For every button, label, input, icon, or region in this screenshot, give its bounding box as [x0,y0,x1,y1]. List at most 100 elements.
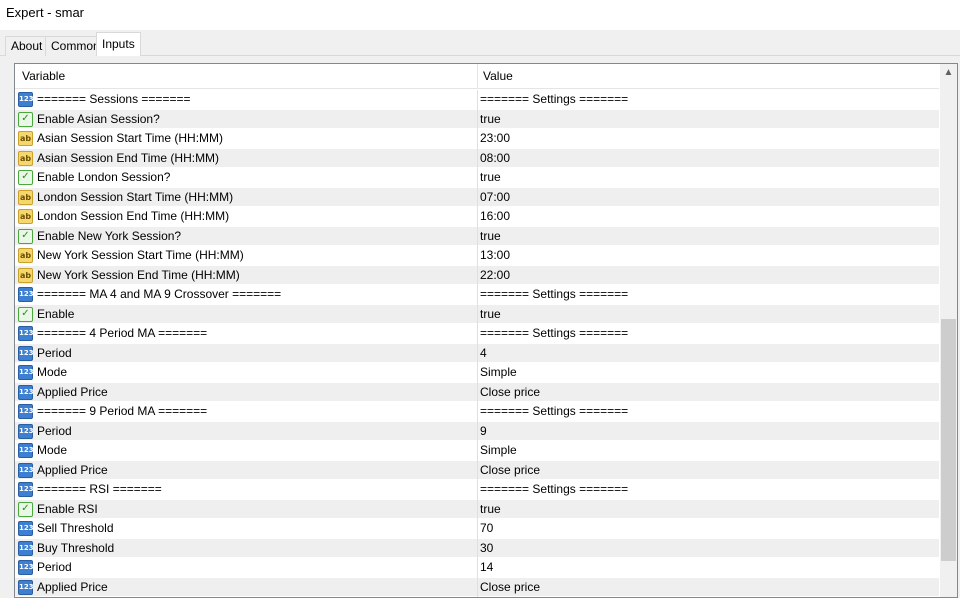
variable-name: Asian Session End Time (HH:MM) [37,150,220,165]
variable-name: Period [37,560,72,574]
variable-value[interactable]: Simple [480,441,935,460]
string-icon: ab [18,267,33,283]
tab-inputs[interactable]: Inputs [96,32,141,57]
table-row[interactable]: ✓ Enable London Session? true [15,168,939,188]
column-header-variable[interactable]: Variable [15,64,478,88]
variable-value[interactable]: Close price [480,461,935,480]
string-icon: ab [18,209,33,224]
variable-value[interactable]: 9 [480,422,935,441]
tab-about[interactable]: About [5,36,49,56]
variable-value[interactable]: 70 [480,519,935,538]
table-row[interactable]: 123 Period 9 [15,421,939,441]
table-row[interactable]: 123 ======= Sessions ======= ======= Setti… [15,90,939,110]
variable-name: ======= 4 Period MA ======= [37,326,208,340]
variable-name: ======= MA 4 and MA 9 Crossover ======= [37,287,282,301]
column-divider [477,538,478,558]
inputs-panel: Variable Value 123 ======= Sessions =====… [0,56,960,598]
table-row[interactable]: 123 Mode Simple [15,441,939,461]
variable-value[interactable]: ======= Settings ======= [480,324,935,343]
variable-value[interactable]: 08:00 [480,149,935,168]
variable-value[interactable]: 22:00 [480,266,935,285]
variable-name: New York Session Start Time (HH:MM) [37,248,244,262]
variable-name: Buy Threshold [37,540,115,555]
window-title: Expert - smar [0,0,960,30]
variable-value[interactable]: true [480,227,935,246]
int-icon: 123 [18,384,34,400]
variable-name: Enable New York Session? [37,228,182,243]
list-header: Variable Value [15,64,939,89]
column-divider [477,382,478,402]
variable-name: ======= 9 Period MA ======= [37,404,208,418]
bool-icon: ✓ [18,111,33,127]
table-row[interactable]: 123 Sell Threshold 70 [15,519,939,539]
table-row[interactable]: 123 ======= 4 Period MA ======= ======= Se… [15,324,939,344]
string-icon: ab [18,248,33,263]
table-row[interactable]: ab London Session End Time (HH:MM) 16:00 [15,207,939,227]
table-row[interactable]: ab Asian Session Start Time (HH:MM) 23:00 [15,129,939,149]
table-row[interactable]: ab Asian Session End Time (HH:MM) 08:00 [15,148,939,168]
column-divider [477,246,478,266]
variable-value[interactable]: 16:00 [480,207,935,226]
column-divider [477,577,478,597]
table-row[interactable]: ✓ Enable true [15,304,939,324]
variable-value[interactable]: Simple [480,363,935,382]
variable-value[interactable]: true [480,500,935,519]
int-icon: 123 [18,92,34,107]
column-divider [477,187,478,207]
variable-name: Mode [37,365,68,379]
variable-name: New York Session End Time (HH:MM) [37,267,240,282]
variable-name: ======= Sessions ======= [37,92,191,106]
column-divider [477,148,478,168]
variable-value[interactable]: true [480,305,935,324]
table-row[interactable]: 123 Mode Simple [15,363,939,383]
variable-value[interactable]: 4 [480,344,935,363]
table-row[interactable]: ab London Session Start Time (HH:MM) 07:00 [15,187,939,207]
table-row[interactable]: 123 ======= MA 4 and MA 9 Crossover =====… [15,285,939,305]
table-row[interactable]: 123 Buy Threshold 30 [15,538,939,558]
table-row[interactable]: ✓ Enable Asian Session? true [15,109,939,129]
scroll-up-icon[interactable]: ▲ [940,64,957,81]
table-row[interactable]: 123 Period 4 [15,343,939,363]
variable-name: Mode [37,443,68,457]
variable-value[interactable]: true [480,168,935,187]
table-row[interactable]: 123 Period 14 [15,558,939,578]
variable-value[interactable]: 30 [480,539,935,558]
column-header-value[interactable]: Value [478,64,939,88]
table-row[interactable]: ab New York Session Start Time (HH:MM) 13:… [15,246,939,266]
table-row[interactable]: ✓ Enable RSI true [15,499,939,519]
variable-value[interactable]: Close price [480,383,935,402]
table-row[interactable]: 123 Applied Price Close price [15,382,939,402]
column-divider [477,207,478,227]
column-divider [477,460,478,480]
variable-value[interactable]: ======= Settings ======= [480,90,935,109]
variable-value[interactable]: ======= Settings ======= [480,480,935,499]
int-icon: 123 [18,287,34,302]
table-row[interactable]: 123 Applied Price Close price [15,460,939,480]
table-row[interactable]: 123 ======= RSI ======= ======= Settings =… [15,480,939,500]
vertical-scrollbar[interactable]: ▲ [940,64,957,597]
variable-value[interactable]: 13:00 [480,246,935,265]
variable-value[interactable]: 23:00 [480,129,935,148]
table-row[interactable]: ✓ Enable New York Session? true [15,226,939,246]
inputs-list[interactable]: Variable Value 123 ======= Sessions =====… [14,63,958,598]
table-row[interactable]: ab New York Session End Time (HH:MM) 22:00 [15,265,939,285]
variable-name: ======= RSI ======= [37,482,162,496]
rows-container: 123 ======= Sessions ======= ======= Setti… [15,90,939,597]
table-row[interactable]: 123 Applied Price Close price [15,577,939,597]
variable-value[interactable]: 07:00 [480,188,935,207]
variable-value[interactable]: Close price [480,578,935,597]
column-divider [477,285,478,305]
variable-value[interactable]: true [480,110,935,129]
variable-value[interactable]: ======= Settings ======= [480,402,935,421]
column-divider [477,109,478,129]
column-divider [477,558,478,578]
int-icon: 123 [18,365,34,380]
bool-icon: ✓ [18,170,33,185]
scrollbar-thumb[interactable] [941,319,956,561]
int-icon: 123 [18,423,34,439]
table-row[interactable]: 123 ======= 9 Period MA ======= ======= Se… [15,402,939,422]
variable-value[interactable]: 14 [480,558,935,577]
column-divider [477,441,478,461]
variable-name: Applied Price [37,462,108,477]
variable-value[interactable]: ======= Settings ======= [480,285,935,304]
